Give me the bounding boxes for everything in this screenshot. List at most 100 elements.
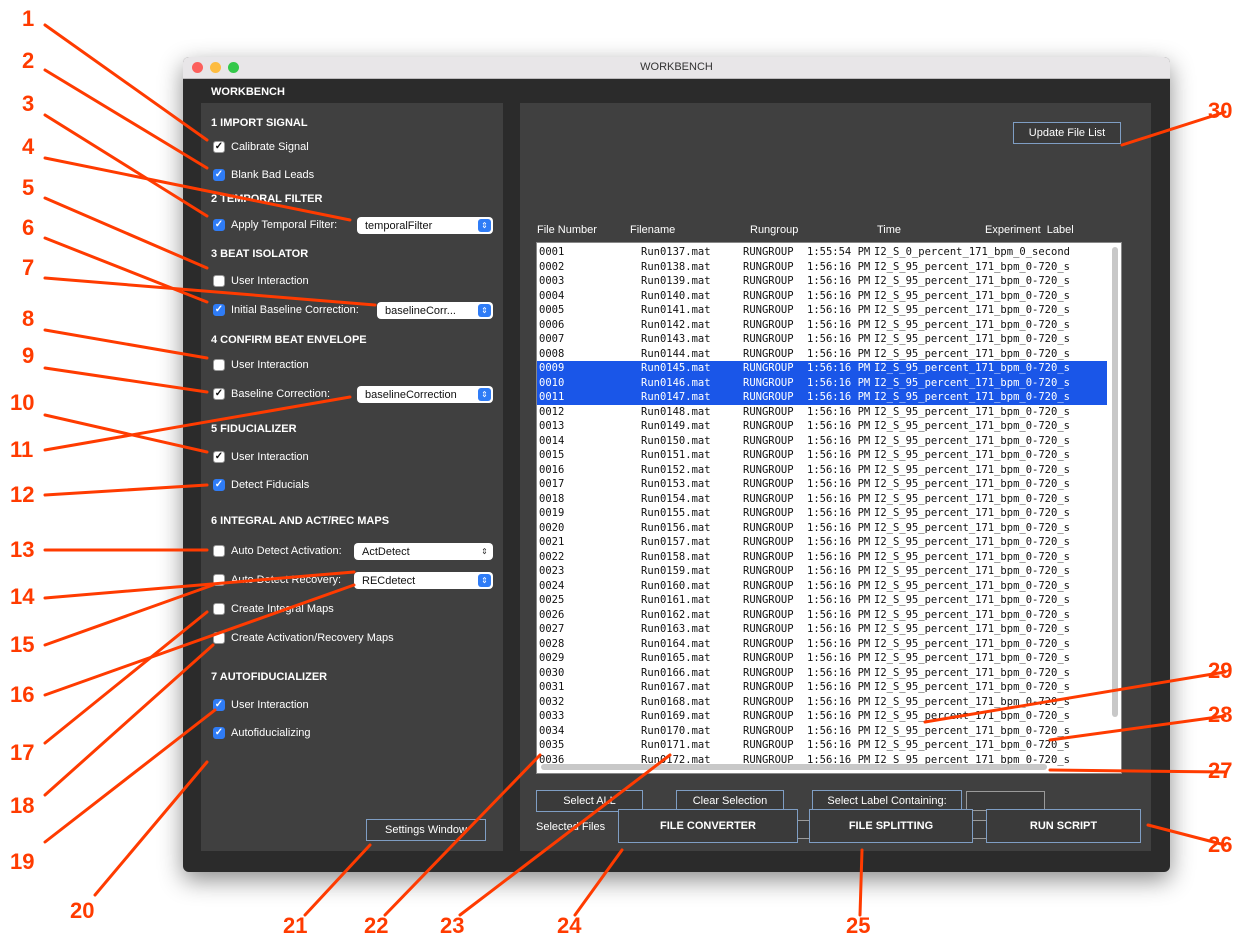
file-list-cell-label: I2_S_95_percent_171_bpm_0-720_s (874, 434, 1070, 447)
file-list-cell-time: 1:56:16 PM (807, 565, 871, 577)
file-list-row[interactable]: 0010 Run0146.mat RUNGROUP 1:56:16 PM I2_S_95… (537, 375, 1107, 390)
file-list-row[interactable]: 0024 Run0160.mat RUNGROUP 1:56:16 PM I2_S_95… (537, 579, 1107, 594)
file-list-row[interactable]: 0035 Run0171.mat RUNGROUP 1:56:16 PM I2_S_95… (537, 738, 1107, 753)
section-beat-isolator: 3 BEAT ISOLATOR (211, 248, 309, 260)
file-list-cell-file: Run0154.mat (641, 492, 711, 505)
auto-detect-recovery-checkbox[interactable]: Auto Detect Recovery: (213, 573, 341, 587)
beat-envelope-user-interaction-checkbox[interactable]: User Interaction (213, 358, 309, 372)
create-activation-recovery-maps-checkbox[interactable]: Create Activation/Recovery Maps (213, 631, 394, 645)
file-list-cell-label: I2_S_95_percent_171_bpm_0-720_s (874, 304, 1070, 316)
file-list-row[interactable]: 0008 Run0144.mat RUNGROUP 1:56:16 PM I2_S_95… (537, 347, 1107, 362)
file-list-cell-file: Run0149.mat (641, 420, 711, 432)
file-list-cell-num: 0003 (539, 275, 565, 287)
blank-bad-leads-checkbox[interactable]: ✓ Blank Bad Leads (213, 168, 314, 182)
file-list-cell-label: I2_S_95_percent_171_bpm_0-720_s (874, 652, 1070, 664)
file-list-row[interactable]: 0004 Run0140.mat RUNGROUP 1:56:16 PM I2_S_95… (537, 289, 1107, 304)
file-list-cell-num: 0001 (539, 246, 565, 258)
create-integral-maps-checkbox[interactable]: Create Integral Maps (213, 602, 334, 616)
file-list-cell-time: 1:56:16 PM (807, 420, 871, 432)
file-list-row[interactable]: 0023 Run0159.mat RUNGROUP 1:56:16 PM I2_S_95… (537, 564, 1107, 579)
section-fiducializer: 5 FIDUCIALIZER (211, 423, 297, 435)
fiducializer-user-interaction-checkbox[interactable]: ✓ User Interaction (213, 450, 309, 464)
file-list-row[interactable]: 0030 Run0166.mat RUNGROUP 1:56:16 PM I2_S_95… (537, 666, 1107, 681)
file-list-row[interactable]: 0006 Run0142.mat RUNGROUP 1:56:16 PM I2_S_95… (537, 318, 1107, 333)
file-list-cell-group: RUNGROUP (743, 275, 794, 287)
detect-fiducials-checkbox[interactable]: ✓ Detect Fiducials (213, 478, 309, 492)
file-list-row[interactable]: 0005 Run0141.mat RUNGROUP 1:56:16 PM I2_S_95… (537, 303, 1107, 318)
file-list-row[interactable]: 0007 Run0143.mat RUNGROUP 1:56:16 PM I2_S_95… (537, 332, 1107, 347)
file-list-cell-label: I2_S_95_percent_171_bpm_0-720_s (874, 362, 1070, 374)
file-list-row[interactable]: 0018 Run0154.mat RUNGROUP 1:56:16 PM I2_S_95… (537, 492, 1107, 507)
file-list-row[interactable]: 0016 Run0152.mat RUNGROUP 1:56:16 PM I2_S_95… (537, 463, 1107, 478)
file-list-row[interactable]: 0025 Run0161.mat RUNGROUP 1:56:16 PM I2_S_95… (537, 593, 1107, 608)
title-bar: WORKBENCH (183, 57, 1170, 79)
beat-isolator-user-interaction-checkbox[interactable]: User Interaction (213, 274, 309, 288)
file-list-row[interactable]: 0020 Run0156.mat RUNGROUP 1:56:16 PM I2_S_95… (537, 521, 1107, 536)
file-list-row[interactable]: 0003 Run0139.mat RUNGROUP 1:56:16 PM I2_S_95… (537, 274, 1107, 289)
baseline-correction-select[interactable]: baselineCorrection ⇕ (357, 386, 493, 403)
file-list-cell-file: Run0143.mat (641, 333, 711, 345)
auto-detect-activation-checkbox[interactable]: Auto Detect Activation: (213, 544, 342, 558)
file-list-cell-group: RUNGROUP (743, 434, 794, 447)
settings-window-button[interactable]: Settings Window (366, 819, 486, 841)
file-list-row[interactable]: 0002 Run0138.mat RUNGROUP 1:56:16 PM I2_S_95… (537, 260, 1107, 275)
run-script-button[interactable]: RUN SCRIPT (986, 809, 1141, 843)
file-list-row[interactable]: 0026 Run0162.mat RUNGROUP 1:56:16 PM I2_S_95… (537, 608, 1107, 623)
file-list-row[interactable]: 0029 Run0165.mat RUNGROUP 1:56:16 PM I2_S_95… (537, 651, 1107, 666)
file-list-row[interactable]: 0014 Run0150.mat RUNGROUP 1:56:16 PM I2_S_95… (537, 434, 1107, 449)
calibrate-signal-checkbox[interactable]: ✓ Calibrate Signal (213, 140, 309, 154)
recovery-method-select[interactable]: RECdetect ⇕ (354, 572, 493, 589)
file-list-row[interactable]: 0013 Run0149.mat RUNGROUP 1:56:16 PM I2_S_95… (537, 419, 1107, 434)
file-list-row[interactable]: 0017 Run0153.mat RUNGROUP 1:56:16 PM I2_S_95… (537, 477, 1107, 492)
file-list-row[interactable]: 0021 Run0157.mat RUNGROUP 1:56:16 PM I2_S_95… (537, 535, 1107, 550)
callout-number: 27 (1208, 758, 1233, 783)
callout-number: 10 (10, 390, 35, 415)
update-file-list-button[interactable]: Update File List (1013, 122, 1121, 144)
file-splitting-button[interactable]: FILE SPLITTING (809, 809, 973, 843)
file-list-row[interactable]: 0027 Run0163.mat RUNGROUP 1:56:16 PM I2_S_95… (537, 622, 1107, 637)
file-list-row[interactable]: 0033 Run0169.mat RUNGROUP 1:56:16 PM I2_S_95… (537, 709, 1107, 724)
callout-number: 24 (557, 913, 582, 938)
checkbox-check-icon: ✓ (213, 169, 225, 181)
checkbox-label: User Interaction (231, 451, 309, 463)
file-list-row[interactable]: 0034 Run0170.mat RUNGROUP 1:56:16 PM I2_S_95… (537, 724, 1107, 739)
horizontal-scrollbar[interactable] (541, 764, 1047, 770)
file-list-cell-group: RUNGROUP (743, 637, 794, 650)
temporal-filter-select[interactable]: temporalFilter ⇕ (357, 217, 493, 234)
file-list-row[interactable]: 0001 Run0137.mat RUNGROUP 1:55:54 PM I2_S_0_… (537, 245, 1107, 260)
initial-baseline-correction-checkbox[interactable]: ✓ Initial Baseline Correction: (213, 303, 359, 317)
file-list-cell-num: 0017 (539, 478, 565, 490)
file-list-row[interactable]: 0019 Run0155.mat RUNGROUP 1:56:16 PM I2_S_95… (537, 506, 1107, 521)
file-list-cell-file: Run0145.mat (641, 362, 711, 374)
autofiducializer-user-interaction-checkbox[interactable]: ✓ User Interaction (213, 698, 309, 712)
file-list-cell-group: RUNGROUP (743, 565, 794, 577)
file-list-cell-file: Run0157.mat (641, 536, 711, 548)
file-list-cell-num: 0030 (539, 666, 565, 679)
initial-baseline-correction-select[interactable]: baselineCorr... ⇕ (377, 302, 493, 319)
file-list[interactable]: 0036 Run0172.mat RUNGROUP 1:56:16 PM I2_S_95… (536, 242, 1122, 774)
file-list-row[interactable]: 0031 Run0167.mat RUNGROUP 1:56:16 PM I2_S_95… (537, 680, 1107, 695)
file-list-cell-num: 0024 (539, 579, 565, 592)
file-converter-button[interactable]: FILE CONVERTER (618, 809, 798, 843)
file-list-row[interactable]: 0032 Run0168.mat RUNGROUP 1:56:16 PM I2_S_95… (537, 695, 1107, 710)
file-list-cell-file: Run0155.mat (641, 507, 711, 519)
activation-method-select[interactable]: ActDetect ⇕ (354, 543, 493, 560)
file-list-row[interactable]: 0028 Run0164.mat RUNGROUP 1:56:16 PM I2_S_95… (537, 637, 1107, 652)
baseline-correction-checkbox[interactable]: ✓ Baseline Correction: (213, 387, 330, 401)
autofiducializing-checkbox[interactable]: ✓ Autofiducializing (213, 726, 311, 740)
file-list-cell-time: 1:56:16 PM (807, 391, 871, 403)
file-list-row[interactable]: 0011 Run0147.mat RUNGROUP 1:56:16 PM I2_S_95… (537, 390, 1107, 405)
apply-temporal-filter-checkbox[interactable]: ✓ Apply Temporal Filter: (213, 218, 337, 232)
file-list-row[interactable]: 0012 Run0148.mat RUNGROUP 1:56:16 PM I2_S_95… (537, 405, 1107, 420)
file-list-cell-num: 0014 (539, 434, 565, 447)
chevron-updown-icon: ⇕ (478, 388, 491, 401)
vertical-scrollbar[interactable] (1112, 247, 1118, 717)
column-header-time: Time (877, 224, 902, 236)
label-filter-input[interactable] (966, 791, 1045, 811)
file-list-row[interactable]: 0022 Run0158.mat RUNGROUP 1:56:16 PM I2_S_95… (537, 550, 1107, 565)
file-list-row[interactable]: 0015 Run0151.mat RUNGROUP 1:56:16 PM I2_S_95… (537, 448, 1107, 463)
file-list-cell-group: RUNGROUP (743, 608, 794, 621)
file-list-cell-num: 0012 (539, 405, 565, 418)
file-list-row[interactable]: 0009 Run0145.mat RUNGROUP 1:56:16 PM I2_S_95… (537, 361, 1107, 376)
callout-number: 21 (283, 913, 308, 938)
